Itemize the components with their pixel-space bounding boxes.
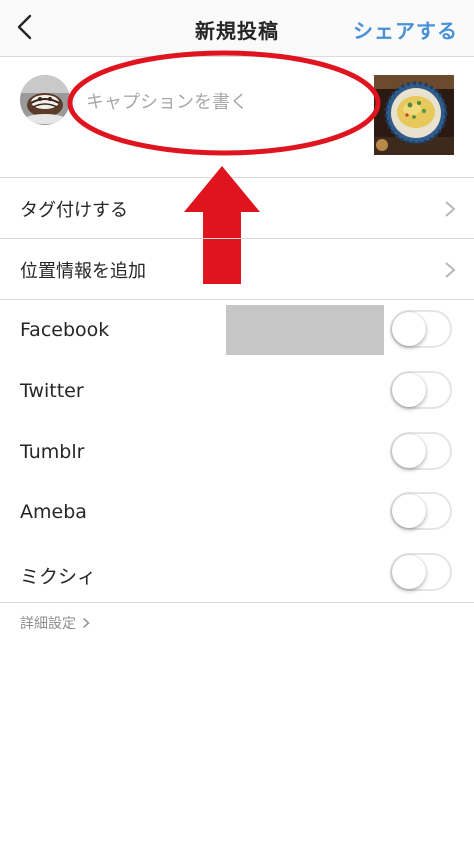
nav-header: 新規投稿 シェアする — [0, 0, 474, 57]
tumblr-label: Tumblr — [20, 441, 85, 463]
toggle-knob — [392, 494, 426, 528]
avatar — [20, 75, 70, 125]
share-button[interactable]: シェアする — [353, 15, 458, 44]
toggle-knob — [392, 312, 426, 346]
share-ameba-row: Ameba — [0, 482, 474, 543]
twitter-label: Twitter — [20, 380, 84, 402]
add-location-label: 位置情報を追加 — [20, 261, 146, 282]
twitter-toggle[interactable] — [390, 371, 452, 409]
redacted-area — [226, 305, 384, 355]
add-location-row[interactable]: 位置情報を追加 — [0, 239, 474, 300]
share-twitter-row: Twitter — [0, 361, 474, 422]
chevron-right-icon — [445, 201, 456, 217]
mixi-toggle[interactable] — [390, 553, 452, 591]
caption-input[interactable] — [86, 87, 336, 117]
ameba-label: Ameba — [20, 501, 87, 523]
tumblr-toggle[interactable] — [390, 432, 452, 470]
toggle-knob — [392, 555, 426, 589]
facebook-toggle[interactable] — [390, 310, 452, 348]
toggle-knob — [392, 373, 426, 407]
caption-section — [0, 57, 474, 178]
share-tumblr-row: Tumblr — [0, 422, 474, 483]
chevron-right-icon — [82, 617, 90, 629]
mixi-label: ミクシィ — [20, 566, 97, 588]
advanced-settings-link[interactable]: 詳細設定 — [20, 613, 90, 633]
post-thumbnail — [374, 75, 454, 155]
advanced-settings-label: 詳細設定 — [20, 616, 76, 632]
tag-people-row[interactable]: タグ付けする — [0, 178, 474, 239]
chevron-right-icon — [445, 262, 456, 278]
share-mixi-row: ミクシィ — [0, 543, 474, 604]
ameba-toggle[interactable] — [390, 492, 452, 530]
divider — [0, 602, 474, 603]
tag-people-label: タグ付けする — [20, 200, 128, 221]
facebook-label: Facebook — [20, 319, 110, 341]
toggle-knob — [392, 434, 426, 468]
